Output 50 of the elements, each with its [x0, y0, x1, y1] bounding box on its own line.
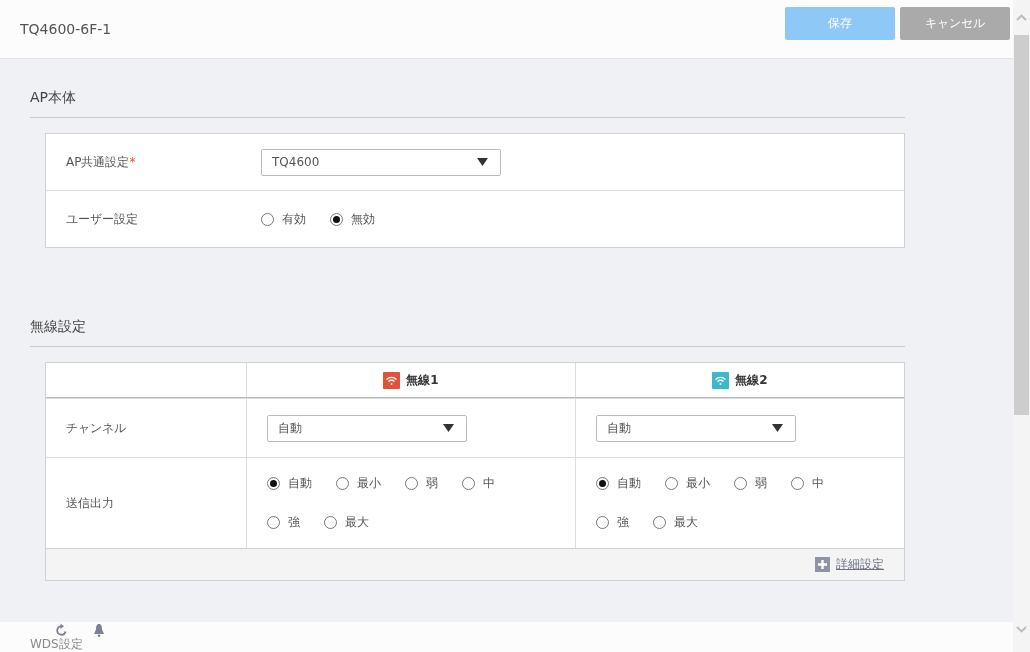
radio-option[interactable]: 無効: [330, 210, 375, 228]
radio-option[interactable]: 有効: [261, 210, 306, 228]
field-label: AP共通設定*: [65, 153, 137, 171]
radio-option[interactable]: 最大: [653, 514, 698, 531]
radio-button[interactable]: [653, 516, 666, 529]
advanced-settings-link[interactable]: 詳細設定: [815, 556, 884, 573]
column-header: 無線2: [735, 371, 768, 389]
field-label: ユーザー設定: [65, 210, 139, 228]
radio-button[interactable]: [330, 212, 343, 226]
page-title: TQ4600-6F-1: [20, 21, 112, 37]
radio-button[interactable]: [324, 516, 337, 529]
radio-button[interactable]: [336, 477, 349, 490]
radio-button[interactable]: [734, 477, 747, 490]
radio-option[interactable]: 強: [267, 514, 300, 531]
field-label: 送信出力: [65, 494, 115, 512]
radio-button[interactable]: [596, 516, 609, 529]
plus-icon: [815, 557, 830, 572]
column-header: 無線1: [406, 371, 439, 389]
field-label: チャンネル: [65, 419, 127, 437]
radio-option[interactable]: 弱: [734, 475, 767, 492]
radio-button[interactable]: [261, 212, 274, 226]
radio-button[interactable]: [267, 516, 280, 529]
radio-button[interactable]: [665, 477, 678, 490]
scrollbar[interactable]: [1013, 0, 1030, 652]
caret-icon: [772, 424, 783, 432]
dropdown[interactable]: 自動: [267, 414, 467, 442]
bell-icon[interactable]: [92, 623, 106, 638]
radio-button[interactable]: [405, 477, 418, 490]
caret-icon: [477, 158, 488, 166]
scrollbar-thumb[interactable]: [1014, 35, 1029, 415]
section-title: AP本体: [30, 89, 905, 118]
radio-option[interactable]: 弱: [405, 475, 438, 492]
radio-option[interactable]: 強: [596, 514, 629, 531]
section-title: 無線設定: [30, 318, 905, 347]
radio-button[interactable]: [267, 477, 280, 490]
dropdown[interactable]: 自動: [596, 414, 796, 442]
refresh-icon[interactable]: [54, 623, 69, 638]
radio-option[interactable]: 中: [462, 475, 495, 492]
dropdown[interactable]: TQ4600: [261, 148, 501, 176]
radio-option[interactable]: 最小: [336, 475, 381, 492]
radio-option[interactable]: 中: [791, 475, 824, 492]
radio-option[interactable]: 最小: [665, 475, 710, 492]
radio-button[interactable]: [791, 477, 804, 490]
section-title: WDS設定: [30, 638, 84, 651]
radio-button[interactable]: [596, 477, 609, 490]
radio-option[interactable]: 自動: [267, 475, 312, 492]
radio-option[interactable]: 最大: [324, 514, 369, 531]
caret-icon: [443, 424, 454, 432]
radio-option[interactable]: 自動: [596, 475, 641, 492]
radio-button[interactable]: [462, 477, 475, 490]
